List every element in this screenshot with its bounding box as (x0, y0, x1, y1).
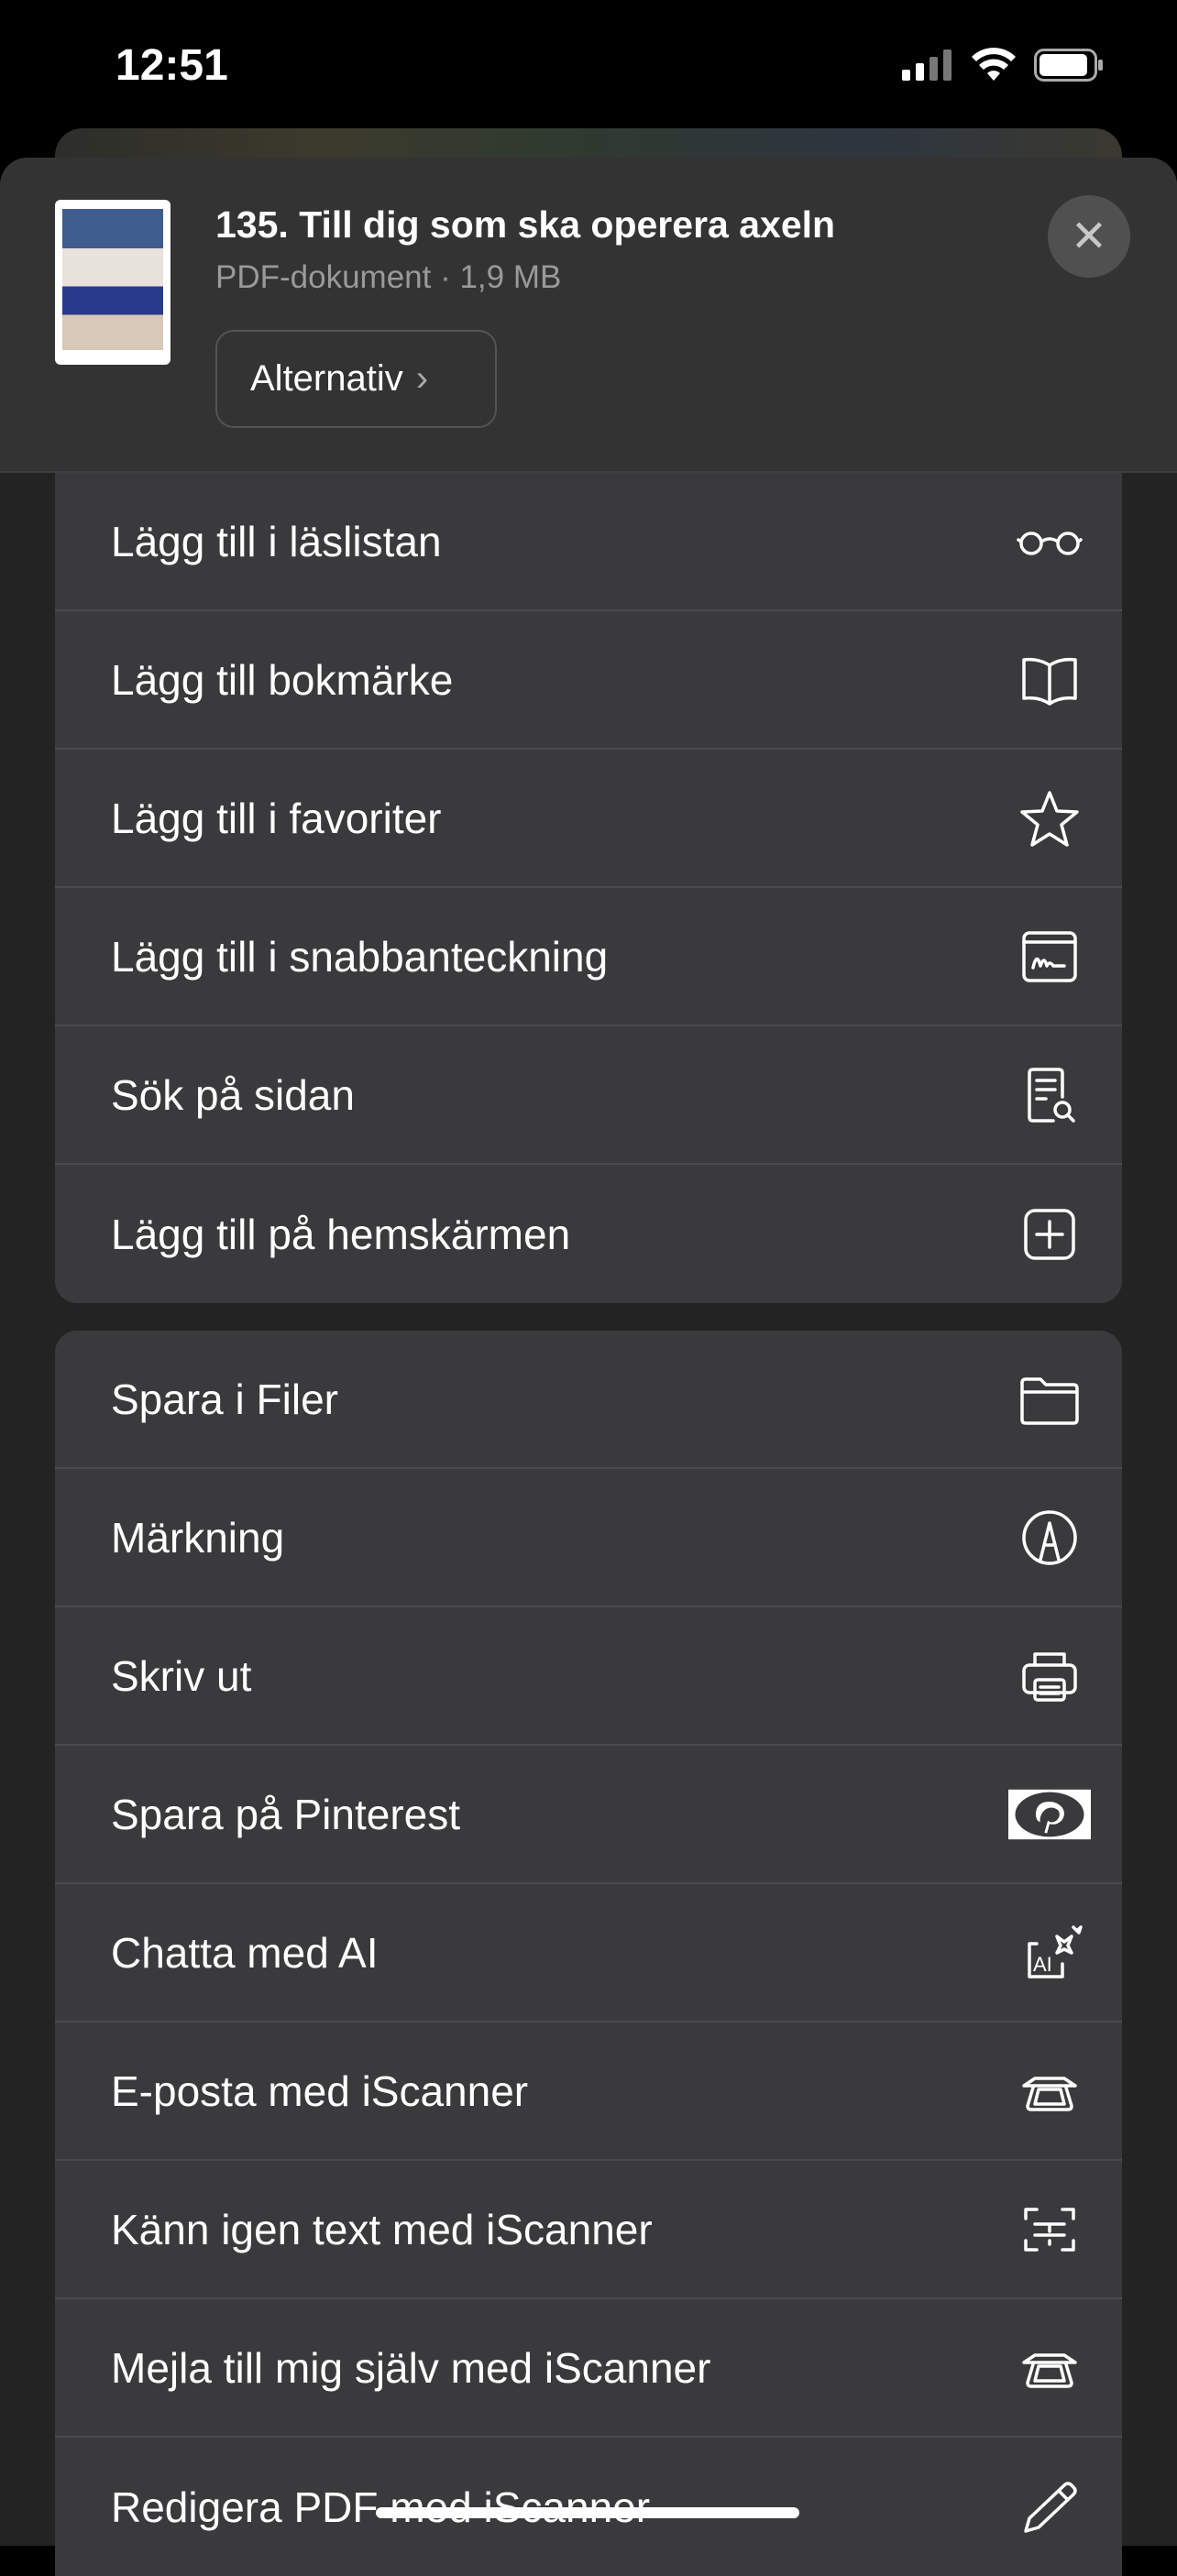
text-scan-icon (1008, 2188, 1091, 2271)
action-row[interactable]: Lägg till i favoriter (55, 750, 1122, 888)
action-label: Lägg till bokmärke (111, 655, 454, 704)
action-row[interactable]: Skriv ut (55, 1607, 1122, 1746)
quick-note-icon (1008, 915, 1091, 998)
battery-icon (1034, 49, 1103, 82)
action-label: Sök på sidan (111, 1070, 355, 1119)
action-row[interactable]: Lägg till i snabbanteckning (55, 888, 1122, 1026)
action-label: Märkning (111, 1513, 285, 1562)
action-label: Mejla till mig själv med iScanner (111, 2343, 711, 2392)
action-label: E-posta med iScanner (111, 2066, 529, 2115)
action-row[interactable]: Lägg till i läslistan (55, 473, 1122, 611)
actions-group-1: Lägg till i läslistan Lägg till bokmärke L… (55, 473, 1122, 1303)
close-icon: ✕ (1070, 213, 1108, 261)
status-time: 12:51 (116, 41, 228, 90)
close-button[interactable]: ✕ (1048, 195, 1130, 278)
action-row[interactable]: Känn igen text med iScanner (55, 2161, 1122, 2299)
find-in-page-icon (1008, 1054, 1091, 1136)
action-label: Lägg till på hemskärmen (111, 1210, 571, 1258)
action-label: Skriv ut (111, 1651, 252, 1700)
star-icon (1008, 777, 1091, 860)
action-row[interactable]: Sök på sidan (55, 1026, 1122, 1165)
document-subtitle: PDF-dokument · 1,9 MB (215, 259, 562, 295)
action-row[interactable]: Spara på Pinterest (55, 1746, 1122, 1884)
options-label: Alternativ (250, 358, 403, 399)
printer-icon (1008, 1635, 1091, 1717)
home-indicator[interactable] (376, 2507, 799, 2518)
action-row[interactable]: Spara i Filer (55, 1331, 1122, 1469)
folder-icon (1008, 1358, 1091, 1441)
actions-group-2: Spara i Filer Märkning Skriv ut Spara på Pi… (55, 1331, 1122, 2576)
document-thumbnail (55, 200, 170, 365)
svg-text:AI: AI (1033, 1953, 1052, 1976)
action-label: Känn igen text med iScanner (111, 2205, 653, 2253)
options-button[interactable]: Alternativ › (215, 330, 497, 428)
document-title: 135. Till dig som ska operera axeln (215, 203, 836, 246)
action-row[interactable]: Chatta med AI AI (55, 1884, 1122, 2022)
action-label: Chatta med AI (111, 1928, 379, 1977)
wifi-icon (972, 48, 1016, 81)
chevron-right-icon: › (415, 358, 429, 399)
glasses-icon (1008, 500, 1091, 583)
pinterest-icon (1008, 1773, 1091, 1856)
cellular-signal-icon (902, 49, 952, 81)
book-icon (1008, 639, 1091, 721)
scanner-icon (1008, 2050, 1091, 2132)
action-label: Lägg till i snabbanteckning (111, 932, 609, 981)
ai-icon: AI (1008, 1912, 1091, 1994)
action-label: Lägg till i läslistan (111, 517, 442, 565)
action-row[interactable]: Lägg till bokmärke (55, 611, 1122, 750)
action-row[interactable]: Märkning (55, 1469, 1122, 1607)
add-square-icon (1008, 1193, 1091, 1276)
action-label: Spara i Filer (111, 1375, 338, 1423)
status-bar: 12:51 (0, 0, 1177, 128)
action-label: Spara på Pinterest (111, 1790, 461, 1838)
action-row[interactable]: Lägg till på hemskärmen (55, 1165, 1122, 1303)
pencil-icon (1008, 2466, 1091, 2549)
action-row[interactable]: Mejla till mig själv med iScanner (55, 2299, 1122, 2438)
action-label: Lägg till i favoriter (111, 794, 442, 842)
scanner-icon (1008, 2327, 1091, 2409)
action-row[interactable]: E-posta med iScanner (55, 2022, 1122, 2161)
markup-icon (1008, 1496, 1091, 1579)
